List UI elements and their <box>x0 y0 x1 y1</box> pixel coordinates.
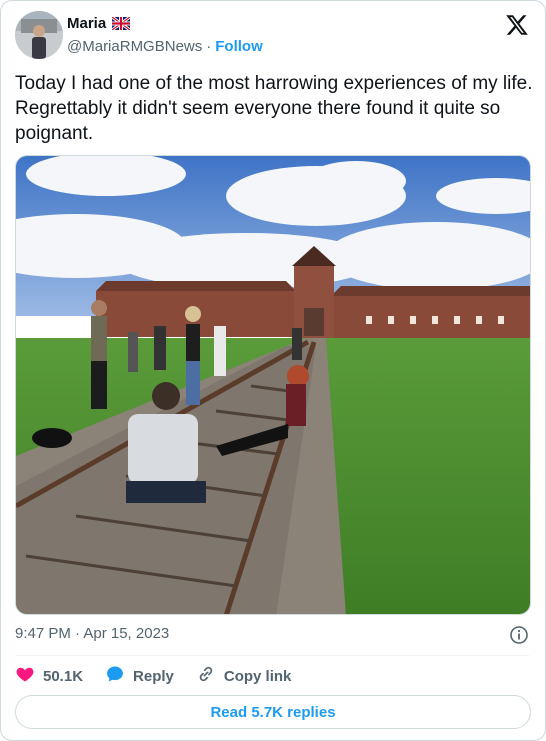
info-icon[interactable] <box>509 625 529 645</box>
copy-link-label: Copy link <box>223 667 292 685</box>
link-icon <box>196 664 216 688</box>
handle-row: @MariaRMGBNews · Follow <box>67 38 263 55</box>
read-replies-button[interactable]: Read 5.7K replies <box>15 695 531 729</box>
like-button[interactable]: 50.1K <box>15 664 83 688</box>
tweet-embed-card: Maria @MariaRMGBNews · Follow Today I ha… <box>0 0 546 741</box>
avatar[interactable] <box>15 11 63 59</box>
uk-flag-icon <box>111 15 132 32</box>
action-bar: 50.1K Reply Copy link <box>15 665 291 687</box>
reply-label: Reply <box>133 667 174 685</box>
reply-bubble-icon <box>105 664 125 688</box>
author-handle[interactable]: @MariaRMGBNews <box>67 38 202 55</box>
divider <box>15 655 529 656</box>
author-name[interactable]: Maria <box>67 15 106 32</box>
x-logo-icon[interactable] <box>505 13 529 37</box>
tweet-text: Today I had one of the most harrowing ex… <box>15 73 533 144</box>
like-count: 50.1K <box>43 667 84 685</box>
reply-button[interactable]: Reply <box>105 664 174 688</box>
follow-button[interactable]: Follow <box>215 38 263 55</box>
tweet-timestamp[interactable]: 9:47 PM · Apr 15, 2023 <box>15 625 169 642</box>
heart-icon <box>15 664 35 688</box>
author-name-row[interactable]: Maria <box>67 15 132 32</box>
tweet-photo[interactable] <box>15 155 531 615</box>
copy-link-button[interactable]: Copy link <box>196 664 292 688</box>
separator-dot: · <box>206 38 212 55</box>
